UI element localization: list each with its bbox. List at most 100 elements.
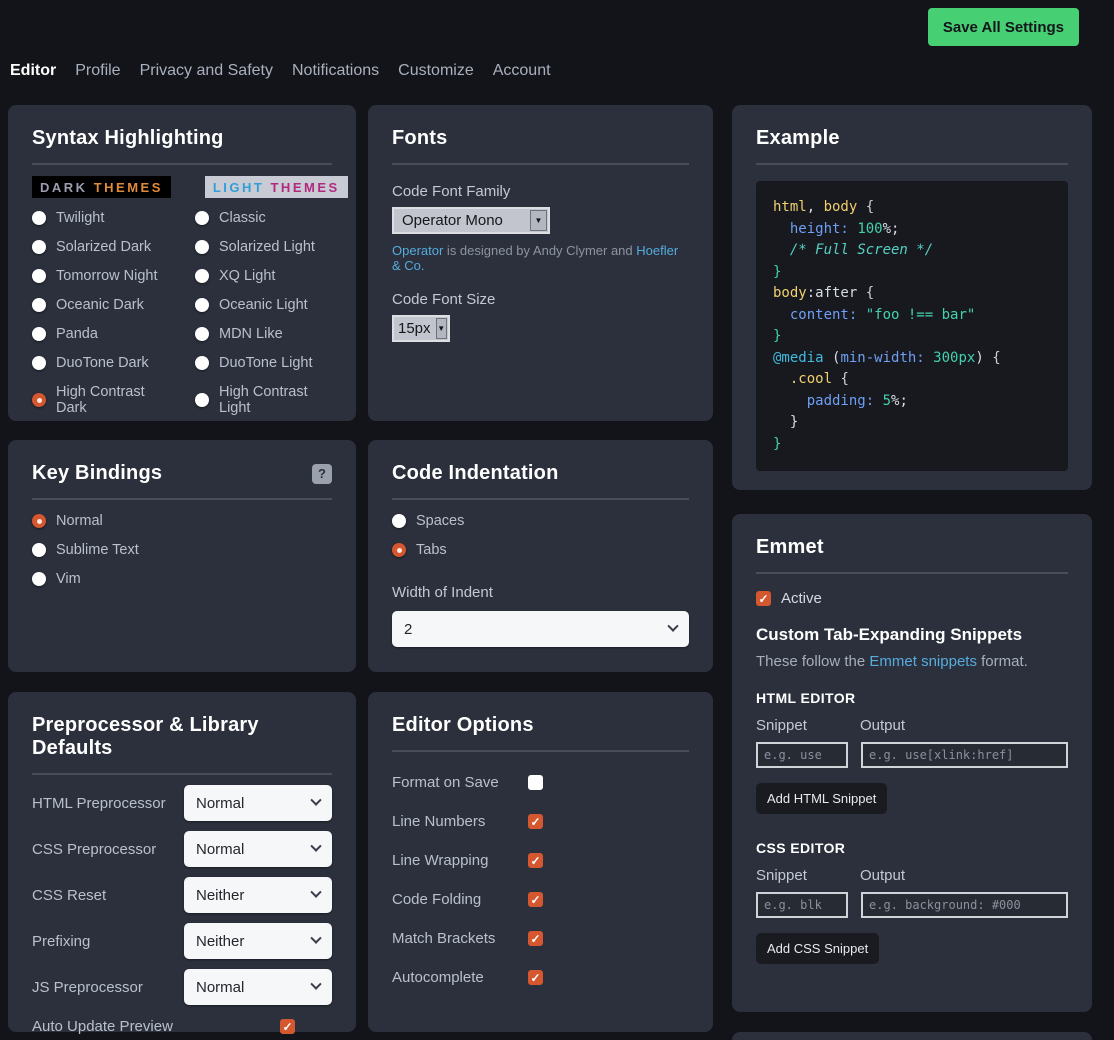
radio-icon[interactable] [195, 269, 209, 283]
text-segment: format. [977, 653, 1028, 670]
tab-privacy-and-safety[interactable]: Privacy and Safety [140, 62, 273, 80]
radio-icon[interactable] [32, 572, 46, 586]
panel-title: Editor Options [392, 714, 689, 737]
radio-option[interactable]: Spaces [392, 513, 689, 529]
prefixing-select[interactable]: Neither [184, 923, 332, 959]
radio-option[interactable]: Tomorrow Night [32, 268, 169, 284]
css-output-input[interactable] [861, 892, 1068, 918]
radio-option[interactable]: Oceanic Light [195, 297, 332, 313]
key-bindings-panel: Key Bindings ? NormalSublime TextVim [8, 440, 356, 672]
divider [756, 572, 1068, 574]
dark-theme-radio-group: Twilight Solarized Dark Tomorrow Night Ocea… [32, 197, 169, 416]
tab-account[interactable]: Account [493, 62, 551, 80]
radio-label: Oceanic Dark [56, 297, 144, 313]
radio-option[interactable]: High Contrast Light [195, 384, 332, 416]
html-output-input[interactable] [861, 742, 1068, 768]
radio-option[interactable]: MDN Like [195, 326, 332, 342]
format-on-save-checkbox[interactable]: ✓ [528, 775, 543, 790]
row-label: CSS Preprocessor [32, 841, 156, 858]
radio-option[interactable]: Sublime Text [32, 542, 332, 558]
light-theme-radio-group: Classic Solarized Light XQ Light Oceanic Li… [195, 197, 332, 416]
add-css-snippet-button[interactable]: Add CSS Snippet [756, 933, 879, 964]
divider [392, 750, 689, 752]
radio-icon[interactable] [32, 327, 46, 341]
radio-icon[interactable] [32, 543, 46, 557]
auto-update-preview-checkbox[interactable]: ✓ [280, 1019, 295, 1034]
code-font-size-select[interactable]: 15px ▼ [392, 315, 450, 342]
code-line: body:after { [773, 283, 1051, 305]
radio-option[interactable]: XQ Light [195, 268, 332, 284]
radio-icon[interactable] [32, 269, 46, 283]
save-all-settings-button[interactable]: Save All Settings [928, 8, 1079, 46]
help-icon[interactable]: ? [312, 464, 332, 484]
radio-icon[interactable] [392, 543, 406, 557]
chevron-down-icon [310, 933, 321, 944]
option-label: Match Brackets [392, 930, 528, 947]
radio-icon[interactable] [32, 211, 46, 225]
radio-icon[interactable] [195, 211, 209, 225]
radio-icon[interactable] [32, 298, 46, 312]
settings-tabs: Editor Profile Privacy and Safety Notificat… [10, 62, 551, 80]
radio-icon[interactable] [32, 514, 46, 528]
radio-option[interactable]: Solarized Light [195, 239, 332, 255]
add-html-snippet-button[interactable]: Add HTML Snippet [756, 783, 887, 814]
tab-notifications[interactable]: Notifications [292, 62, 379, 80]
radio-option[interactable]: Tabs [392, 542, 689, 558]
radio-label: Tomorrow Night [56, 268, 158, 284]
radio-icon[interactable] [32, 356, 46, 370]
radio-option[interactable]: Twilight [32, 210, 169, 226]
editor-option-row: Format on Save✓ [392, 774, 689, 791]
tab-customize[interactable]: Customize [398, 62, 474, 80]
radio-label: DuoTone Light [219, 355, 313, 371]
radio-option[interactable]: DuoTone Light [195, 355, 332, 371]
radio-icon[interactable] [195, 327, 209, 341]
radio-label: Spaces [416, 513, 464, 529]
row-label: JS Preprocessor [32, 979, 143, 996]
radio-label: Twilight [56, 210, 104, 226]
text-link[interactable]: Emmet snippets [869, 653, 977, 670]
divider [32, 773, 332, 775]
panel-title: Code Indentation [392, 462, 689, 485]
tab-editor[interactable]: Editor [10, 62, 56, 80]
css-reset-select[interactable]: Neither [184, 877, 332, 913]
radio-option[interactable]: High Contrast Dark [32, 384, 169, 416]
editor-option-row: Line Numbers✓ [392, 813, 689, 830]
radio-icon[interactable] [32, 240, 46, 254]
radio-option[interactable]: Panda [32, 326, 169, 342]
radio-icon[interactable] [32, 393, 46, 407]
match-brackets-checkbox[interactable]: ✓ [528, 931, 543, 946]
js-preprocessor-select[interactable]: Normal [184, 969, 332, 1005]
radio-icon[interactable] [195, 356, 209, 370]
radio-option[interactable]: Oceanic Dark [32, 297, 169, 313]
preprocessor-row: PrefixingNeither [32, 923, 332, 959]
radio-option[interactable]: Vim [32, 571, 332, 587]
emmet-active-checkbox[interactable]: ✓ [756, 591, 771, 606]
tab-profile[interactable]: Profile [75, 62, 120, 80]
code-line: height: 100%; [773, 219, 1051, 241]
radio-icon[interactable] [392, 514, 406, 528]
radio-option[interactable]: Normal [32, 513, 332, 529]
code-font-family-select[interactable]: Operator Mono ▼ [392, 207, 550, 234]
radio-icon[interactable] [195, 393, 209, 407]
text-link[interactable]: Operator [392, 243, 443, 258]
html-preprocessor-select[interactable]: Normal [184, 785, 332, 821]
css-snippet-input[interactable] [756, 892, 848, 918]
radio-option[interactable]: Classic [195, 210, 332, 226]
code-line: } [773, 326, 1051, 348]
line-numbers-checkbox[interactable]: ✓ [528, 814, 543, 829]
radio-icon[interactable] [195, 240, 209, 254]
panel-title: Syntax Highlighting [32, 127, 332, 150]
radio-option[interactable]: DuoTone Dark [32, 355, 169, 371]
line-wrapping-checkbox[interactable]: ✓ [528, 853, 543, 868]
preprocessor-row: HTML PreprocessorNormal [32, 785, 332, 821]
radio-option[interactable]: Solarized Dark [32, 239, 169, 255]
html-snippet-input[interactable] [756, 742, 848, 768]
radio-icon[interactable] [195, 298, 209, 312]
css-preprocessor-select[interactable]: Normal [184, 831, 332, 867]
autocomplete-checkbox[interactable]: ✓ [528, 970, 543, 985]
width-of-indent-select[interactable]: 2 [392, 611, 689, 647]
editor-option-row: Line Wrapping✓ [392, 852, 689, 869]
editor-option-row: Match Brackets✓ [392, 930, 689, 947]
output-column-label: Output [860, 717, 905, 734]
code-folding-checkbox[interactable]: ✓ [528, 892, 543, 907]
